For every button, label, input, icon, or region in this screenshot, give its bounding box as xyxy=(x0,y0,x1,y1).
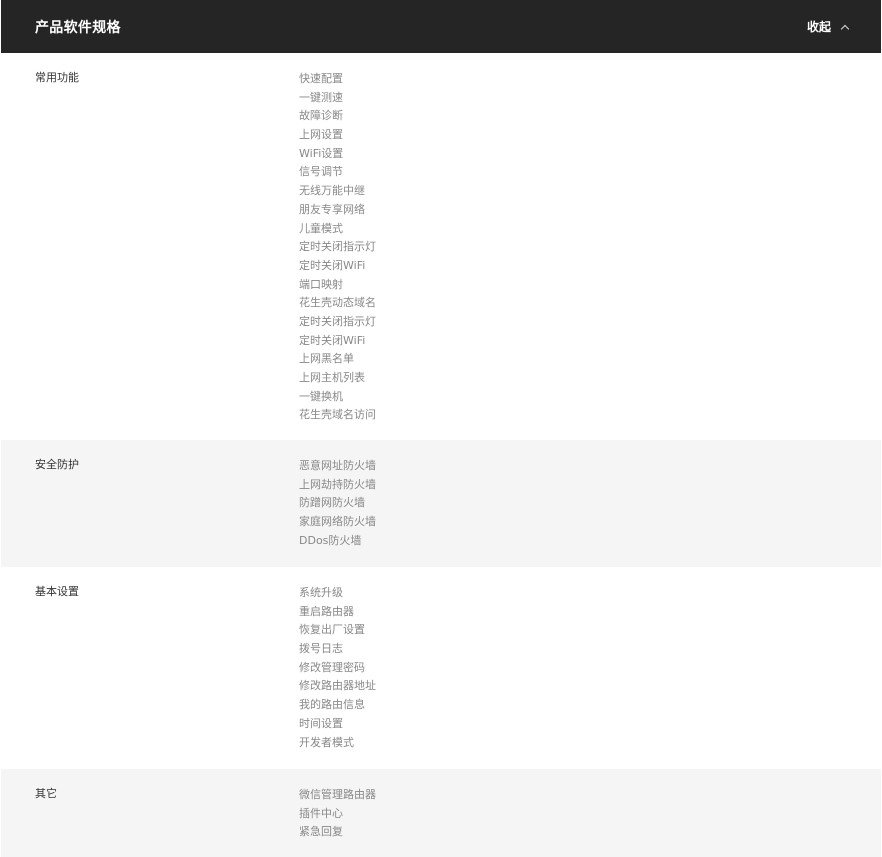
feature-item: 防蹭网防火墙 xyxy=(299,496,365,510)
feature-item: 儿童模式 xyxy=(299,221,343,235)
feature-item: 故障诊断 xyxy=(299,109,343,123)
feature-item: 家庭网络防火墙 xyxy=(299,515,376,529)
collapse-label: 收起 xyxy=(806,20,831,34)
feature-list: 快速配置一键测速故障诊断上网设置 WiFi设置 信号调节无线万能中继 朋友专享网络 儿童… xyxy=(299,70,376,425)
feature-list: 微信管理路由器 插件中心紧急回复 xyxy=(299,786,376,842)
feature-item: 朋友专享网络 xyxy=(299,202,365,216)
feature-item: 微信管理路由器 xyxy=(299,788,376,801)
feature-item: 定时关闭WiFi xyxy=(299,333,366,347)
feature-item: 修改管理密码 xyxy=(299,660,365,674)
feature-item: 修改路由器地址 xyxy=(299,679,376,693)
feature-item: 定时关闭指示灯 xyxy=(299,314,376,328)
feature-item: 快速配置 xyxy=(299,72,343,85)
feature-item: 时间设置 xyxy=(299,716,343,730)
section-other: 其它 微信管理路由器 插件中心紧急回复 xyxy=(1,769,881,857)
section-label: 安全防护 xyxy=(35,458,79,471)
feature-item: 定时关闭WiFi xyxy=(299,258,366,272)
feature-item: 拨号日志 xyxy=(299,642,343,656)
feature-item: 上网劫持防火墙 xyxy=(299,477,376,491)
feature-item: 系统升级 xyxy=(299,586,343,599)
feature-item: 开发者模式 xyxy=(299,735,354,749)
feature-item: 恶意网址防火墙 xyxy=(299,459,376,472)
feature-list: 恶意网址防火墙 上网劫持防火墙 防蹭网防火墙 家庭网络防火墙 DDos防火墙 xyxy=(299,457,376,550)
software-spec-panel: 产品软件规格 收起 常用功能 快速配置一键测速故障诊断上网设置 WiFi设置 信号调… xyxy=(1,0,881,857)
section-basic-settings: 基本设置 系统升级重启路由器恢复出厂设置 拨号日志修改管理密码 修改路由器地址 我的路… xyxy=(1,567,881,769)
section-label: 其它 xyxy=(35,787,57,800)
feature-item: 上网设置 xyxy=(299,128,343,142)
feature-item: 信号调节 xyxy=(299,165,343,179)
feature-item: 上网黑名单 xyxy=(299,352,354,366)
feature-item: 花生壳动态域名 xyxy=(299,296,376,310)
feature-item: 重启路由器 xyxy=(299,604,354,618)
section-label: 基本设置 xyxy=(35,585,79,598)
feature-item: 插件中心 xyxy=(299,806,343,820)
collapse-button[interactable]: 收起 xyxy=(806,18,850,35)
feature-item: 花生壳域名访问 xyxy=(299,408,376,422)
feature-item: WiFi设置 xyxy=(299,146,344,160)
feature-item: 紧急回复 xyxy=(299,825,343,839)
spec-header: 产品软件规格 收起 xyxy=(1,0,881,53)
section-label: 常用功能 xyxy=(35,71,79,84)
feature-item: 恢复出厂设置 xyxy=(299,623,365,637)
feature-item: 定时关闭指示灯 xyxy=(299,240,376,254)
feature-item: 一键换机 xyxy=(299,389,343,403)
section-security: 安全防护 恶意网址防火墙 上网劫持防火墙 防蹭网防火墙 家庭网络防火墙 DDos防火墙 xyxy=(1,440,881,567)
feature-list: 系统升级重启路由器恢复出厂设置 拨号日志修改管理密码 修改路由器地址 我的路由信息 时间… xyxy=(299,584,376,752)
feature-item: DDos防火墙 xyxy=(299,533,362,547)
feature-item: 一键测速 xyxy=(299,90,343,104)
feature-item: 端口映射 xyxy=(299,277,343,291)
section-common-features: 常用功能 快速配置一键测速故障诊断上网设置 WiFi设置 信号调节无线万能中继 朋友专… xyxy=(1,53,881,440)
feature-item: 我的路由信息 xyxy=(299,698,365,712)
spec-title: 产品软件规格 xyxy=(35,19,121,36)
feature-item: 上网主机列表 xyxy=(299,371,365,384)
chevron-up-icon xyxy=(840,24,850,33)
feature-item: 无线万能中继 xyxy=(299,184,365,198)
